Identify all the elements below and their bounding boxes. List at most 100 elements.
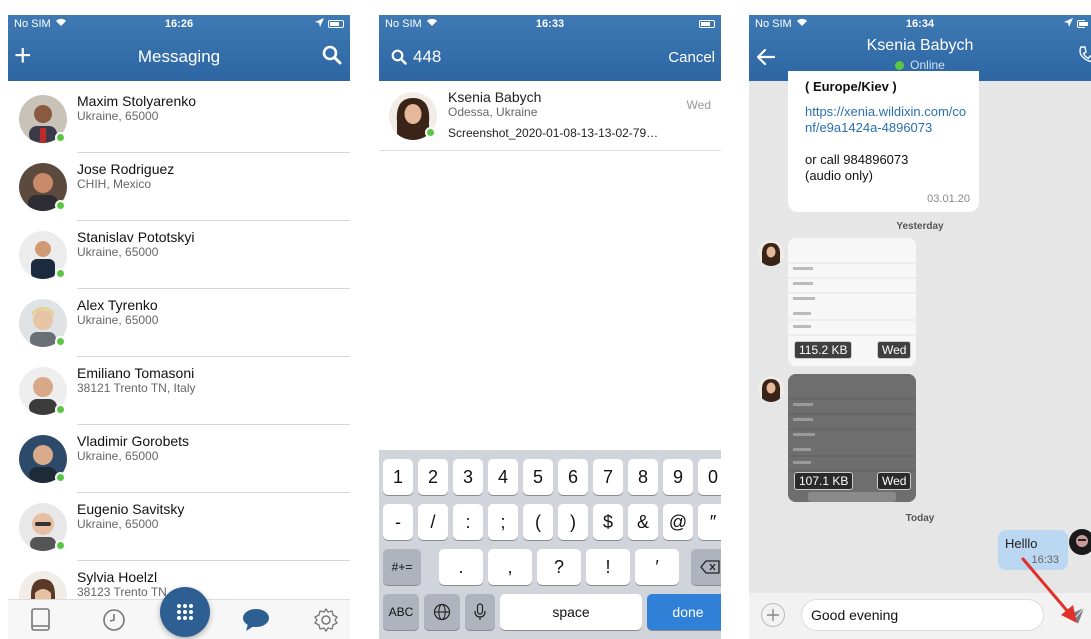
chat-tab-icon[interactable] xyxy=(242,608,270,637)
key[interactable]: ) xyxy=(558,504,588,540)
status-bar: No SIM 16:34 xyxy=(749,15,1091,33)
search-input[interactable]: 448 xyxy=(413,47,441,67)
space-key[interactable]: space xyxy=(500,594,642,630)
online-indicator xyxy=(55,336,66,347)
my-avatar xyxy=(1069,529,1091,555)
key[interactable]: / xyxy=(418,504,448,540)
key[interactable]: 5 xyxy=(523,459,553,495)
contact-location: CHIH, Mexico xyxy=(77,177,152,191)
contact-name: Maxim Stolyarenko xyxy=(77,93,197,109)
numeric-keyboard: 1 2 3 4 5 6 7 8 9 0 - / : ; ( ) $ & @ ″ … xyxy=(379,450,721,639)
key[interactable]: 7 xyxy=(593,459,623,495)
globe-key[interactable] xyxy=(424,594,460,630)
status-bar: No SIM 16:26 xyxy=(8,15,350,33)
contact-location: Ukraine, 65000 xyxy=(77,313,159,327)
key[interactable]: . xyxy=(439,549,483,585)
chat-screen: No SIM 16:34 Ksenia Babych Online ( Euro… xyxy=(749,15,1091,639)
conference-link[interactable]: https://xenia.wildixin.com/conf/e9a1424a… xyxy=(805,104,973,136)
online-indicator xyxy=(55,268,66,279)
history-tab-icon[interactable] xyxy=(102,608,126,637)
message-text: or call 984896073 xyxy=(805,152,909,167)
key[interactable]: 6 xyxy=(558,459,588,495)
key[interactable]: 9 xyxy=(663,459,693,495)
day-divider: Yesterday xyxy=(896,221,944,232)
contact-name: Eugenio Savitsky xyxy=(77,501,185,517)
avatar xyxy=(758,376,784,402)
list-item[interactable]: Stanislav Pototskyi Ukraine, 65000 xyxy=(8,221,350,289)
battery-icon xyxy=(699,20,715,28)
clock: 16:34 xyxy=(905,18,935,30)
key[interactable]: $ xyxy=(593,504,623,540)
phonebook-tab-icon[interactable] xyxy=(30,608,52,637)
backspace-key[interactable] xyxy=(691,549,721,585)
list-item[interactable]: Jose Rodriguez CHIH, Mexico xyxy=(8,153,350,221)
messaging-screen: No SIM 16:26 + Messaging Maxim Stolyaren… xyxy=(8,15,350,639)
message-day-badge: Wed xyxy=(877,341,912,359)
online-indicator xyxy=(55,472,66,483)
message-timezone: ( Europe/Kiev ) xyxy=(805,79,897,94)
key[interactable]: , xyxy=(488,549,532,585)
key[interactable]: ( xyxy=(523,504,553,540)
key[interactable]: : xyxy=(453,504,483,540)
search-icon[interactable] xyxy=(322,45,342,70)
key[interactable]: - xyxy=(383,504,413,540)
contact-location: Ukraine, 65000 xyxy=(77,449,159,463)
message-bubble: ( Europe/Kiev ) https://xenia.wildixin.c… xyxy=(788,71,979,212)
key[interactable]: 1 xyxy=(383,459,413,495)
key[interactable]: 2 xyxy=(418,459,448,495)
image-attachment[interactable]: 115.2 KB Wed xyxy=(788,238,916,366)
key[interactable]: 4 xyxy=(488,459,518,495)
contact-location: 38123 Trento TN xyxy=(77,585,167,599)
key[interactable]: 3 xyxy=(453,459,483,495)
key[interactable]: & xyxy=(628,504,658,540)
online-indicator xyxy=(55,132,66,143)
plus-icon xyxy=(767,609,779,621)
key[interactable]: @ xyxy=(663,504,693,540)
image-attachment[interactable]: 107.1 KB Wed xyxy=(788,374,916,502)
list-item[interactable]: Vladimir Gorobets Ukraine, 65000 xyxy=(8,425,350,493)
list-item[interactable]: Emiliano Tomasoni 38121 Trento TN, Italy xyxy=(8,357,350,425)
attach-button[interactable] xyxy=(761,603,785,627)
dictation-key[interactable] xyxy=(465,594,495,630)
contact-location: Ukraine, 65000 xyxy=(77,109,159,123)
contact-location: 38121 Trento TN, Italy xyxy=(77,381,196,395)
cancel-button[interactable]: Cancel xyxy=(668,49,715,66)
globe-icon xyxy=(433,603,451,621)
backspace-icon xyxy=(700,560,720,574)
list-item[interactable]: Maxim Stolyarenko Ukraine, 65000 xyxy=(8,85,350,153)
contact-name: Stanislav Pototskyi xyxy=(77,229,195,245)
contact-name: Ksenia Babych xyxy=(448,89,542,105)
key[interactable]: ′ xyxy=(635,549,679,585)
last-message: Screenshot_2020-01-08-13-13-02-79… xyxy=(448,126,659,140)
contact-location: Ukraine, 65000 xyxy=(77,245,159,259)
symbols-key[interactable]: #+= xyxy=(383,549,421,585)
key[interactable]: ; xyxy=(488,504,518,540)
message-input[interactable]: Good evening xyxy=(801,599,1044,631)
online-indicator xyxy=(55,404,66,415)
abc-key[interactable]: ABC xyxy=(383,594,419,630)
search-screen: No SIM 16:33 448 Cancel Ksenia Babych Od… xyxy=(379,15,721,639)
phone-icon[interactable] xyxy=(1077,45,1091,70)
message-date: 03.01.20 xyxy=(927,193,970,205)
message-text: (audio only) xyxy=(805,168,873,183)
key[interactable]: 0 xyxy=(698,459,721,495)
key[interactable]: ? xyxy=(537,549,581,585)
key[interactable]: ″ xyxy=(698,504,721,540)
key[interactable]: ! xyxy=(586,549,630,585)
contact-name: Emiliano Tomasoni xyxy=(77,365,195,381)
page-title: Messaging xyxy=(137,47,221,66)
contact-name: Sylvia Hoelzl xyxy=(77,569,158,585)
list-item[interactable]: Eugenio Savitsky Ukraine, 65000 xyxy=(8,493,350,561)
done-key[interactable]: done xyxy=(647,594,721,630)
contact-location: Ukraine, 65000 xyxy=(77,517,159,531)
avatar xyxy=(758,240,784,266)
dialpad-button[interactable] xyxy=(160,587,210,637)
search-bar: No SIM 16:33 448 Cancel xyxy=(379,15,721,81)
search-result-item[interactable]: Ksenia Babych Odessa, Ukraine Screenshot… xyxy=(379,85,721,151)
status-bar: No SIM 16:33 xyxy=(379,15,721,33)
settings-tab-icon[interactable] xyxy=(314,607,338,637)
day-divider: Today xyxy=(905,513,935,524)
battery-icon xyxy=(1077,20,1088,28)
key[interactable]: 8 xyxy=(628,459,658,495)
list-item[interactable]: Alex Tyrenko Ukraine, 65000 xyxy=(8,289,350,357)
